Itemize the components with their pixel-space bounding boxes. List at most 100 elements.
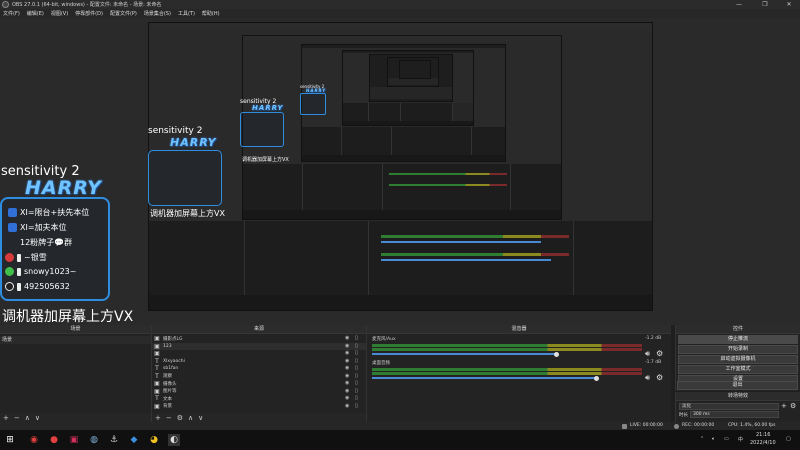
- stop-streaming-button[interactable]: 停止推流: [678, 335, 798, 344]
- menu-profile[interactable]: 配置文件(P): [110, 10, 137, 17]
- visibility-eye-icon[interactable]: ◉: [345, 336, 350, 341]
- visibility-eye-icon[interactable]: ◉: [345, 388, 350, 394]
- speaker-icon[interactable]: 🔊︎: [645, 349, 650, 359]
- menu-scene-collection[interactable]: 场景集合(S): [144, 10, 171, 17]
- gear-icon[interactable]: ⚙: [656, 349, 663, 358]
- source-item[interactable]: T XIxyaochi ◉ ▯: [152, 358, 366, 366]
- remove-scene-button[interactable]: −: [14, 414, 20, 422]
- source-item[interactable]: ▣ 123 ◉ ▯: [152, 342, 366, 350]
- visibility-eye-icon[interactable]: ◉: [345, 396, 350, 401]
- app-icon-blue[interactable]: ◆: [128, 434, 140, 446]
- add-source-button[interactable]: +: [155, 414, 161, 422]
- weibo-icon[interactable]: ●: [48, 434, 60, 446]
- scene-item[interactable]: 场景: [0, 336, 151, 344]
- visibility-eye-icon[interactable]: ◉: [345, 366, 350, 371]
- chrome-icon[interactable]: ◕: [148, 434, 160, 446]
- source-label: 背景: [163, 404, 172, 410]
- source-item[interactable]: ▣ 背景 ◉ ▯: [152, 403, 366, 411]
- clock-date[interactable]: 2022/4/10: [750, 440, 776, 446]
- visibility-eye-icon[interactable]: ◉: [345, 403, 350, 409]
- add-transition-button[interactable]: +: [781, 402, 787, 410]
- lock-icon[interactable]: ▯: [355, 358, 360, 364]
- visibility-eye-icon[interactable]: ◉: [345, 373, 350, 379]
- windows-start-icon[interactable]: ⊞: [4, 434, 16, 446]
- source-item[interactable]: ▣ 摄像头 ◉ ▯: [152, 380, 366, 388]
- lock-icon[interactable]: ▯: [355, 388, 360, 394]
- obs-icon[interactable]: ◐: [168, 434, 180, 446]
- notification-icon[interactable]: ▢: [786, 436, 791, 442]
- source-item[interactable]: T 观察 ◉ ▯: [152, 373, 366, 381]
- lock-icon[interactable]: ▯: [355, 373, 360, 379]
- visibility-eye-icon[interactable]: ◉: [345, 358, 350, 364]
- exit-button[interactable]: 退出: [677, 381, 798, 390]
- source-item[interactable]: ▣ 图片等 ◉ ▯: [152, 388, 366, 396]
- volume-slider-knob[interactable]: [554, 351, 559, 357]
- duration-input[interactable]: 300 ms: [690, 411, 779, 418]
- clock-time[interactable]: 21:16: [756, 432, 770, 438]
- menu-edit[interactable]: 编辑(E): [27, 10, 44, 17]
- move-scene-down-button[interactable]: ∨: [35, 414, 40, 422]
- network-tray-icon[interactable]: ▭: [724, 436, 729, 442]
- preview-canvas[interactable]: sensitivity 2 HARRY 调机器加屏幕上方VX sensitivi…: [0, 18, 800, 325]
- source-item[interactable]: ▣ 摄影点LG ◉ ▯: [152, 335, 366, 343]
- maximize-button[interactable]: ❐: [754, 0, 776, 9]
- text-source-icon: T: [155, 357, 159, 365]
- title-bar: OBS 27.0.1 (64-bit, windows) - 配置文件: 未命名…: [0, 0, 800, 9]
- lock-icon[interactable]: ▯: [355, 403, 360, 409]
- add-scene-button[interactable]: +: [3, 414, 9, 422]
- anchor-icon[interactable]: ⚓: [108, 434, 120, 446]
- source-properties-button[interactable]: ⚙: [177, 414, 183, 422]
- source-label: 摄影点LG: [163, 336, 183, 342]
- source-item[interactable]: Tsb1fan ◉ ▯: [152, 365, 366, 373]
- lock-icon[interactable]: ▯: [355, 396, 360, 401]
- lock-icon[interactable]: ▯: [355, 381, 360, 386]
- close-button[interactable]: ✕: [778, 0, 800, 9]
- move-scene-up-button[interactable]: ∧: [25, 414, 30, 422]
- sources-list: ▣ 摄影点LG ◉ ▯ ▣ 123 ◉ ▯ ▣ ◉ ▯ T XIxyaochi ◉ ▯ Tsb1fan…: [152, 334, 366, 410]
- menu-help[interactable]: 帮助(H): [202, 10, 220, 17]
- recursive-preview-4: [342, 50, 474, 126]
- visibility-eye-icon[interactable]: ◉: [345, 343, 350, 349]
- volume-slider[interactable]: [372, 377, 596, 379]
- steam-icon[interactable]: ◍: [88, 434, 100, 446]
- move-source-down-button[interactable]: ∨: [198, 414, 203, 422]
- ime-indicator[interactable]: 中: [738, 436, 743, 443]
- info-box-medium: [148, 150, 222, 206]
- overlay-copy-small: sensitivity 2 HARRY 调机器加屏幕上方VX: [240, 98, 289, 163]
- volume-slider-knob[interactable]: [594, 375, 599, 381]
- gear-icon[interactable]: ⚙: [656, 373, 663, 382]
- remove-source-button[interactable]: −: [166, 414, 172, 422]
- source-label: 文本: [163, 396, 172, 402]
- lock-icon[interactable]: ▯: [355, 351, 360, 356]
- netease-icon[interactable]: ▣: [68, 434, 80, 446]
- source-item[interactable]: ▣ ◉ ▯: [152, 350, 366, 358]
- visibility-eye-icon[interactable]: ◉: [345, 351, 350, 356]
- transition-type-select[interactable]: 淡化: [679, 403, 779, 410]
- harry-logo: HARRY: [25, 177, 102, 199]
- move-source-up-button[interactable]: ∧: [188, 414, 193, 422]
- lock-icon[interactable]: ▯: [355, 366, 360, 371]
- app-icon-red[interactable]: ◉: [28, 434, 40, 446]
- lock-icon[interactable]: ▯: [355, 343, 360, 349]
- visibility-eye-icon[interactable]: ◉: [345, 381, 350, 386]
- minimize-button[interactable]: —: [728, 0, 750, 9]
- volume-meter: [372, 348, 642, 351]
- info-row: 12粉牌子💬群: [20, 237, 72, 248]
- transition-settings-gear-icon[interactable]: ⚙: [790, 402, 796, 410]
- scenes-dock: 场景 场景 + − ∧ ∨: [0, 325, 151, 422]
- menu-view[interactable]: 视图(V): [51, 10, 68, 17]
- start-recording-button[interactable]: 开始录制: [678, 345, 798, 354]
- start-virtual-camera-button[interactable]: 启动虚拟摄像机: [678, 355, 798, 364]
- studio-mode-button[interactable]: 工作室模式: [678, 365, 798, 374]
- source-label: 观察: [163, 374, 172, 380]
- speaker-tray-icon[interactable]: 🔈︎: [712, 436, 715, 442]
- tray-arrow-icon[interactable]: ⌃: [700, 436, 704, 442]
- lock-icon[interactable]: ▯: [355, 336, 360, 341]
- speaker-icon[interactable]: 🔊︎: [645, 373, 650, 383]
- menu-docks[interactable]: 停靠部件(D): [75, 10, 103, 17]
- volume-slider[interactable]: [372, 353, 556, 355]
- menu-file[interactable]: 文件(F): [3, 10, 20, 17]
- qq-icon: [5, 282, 14, 291]
- source-item[interactable]: T 文本 ◉ ▯: [152, 395, 366, 403]
- menu-tools[interactable]: 工具(T): [178, 10, 195, 17]
